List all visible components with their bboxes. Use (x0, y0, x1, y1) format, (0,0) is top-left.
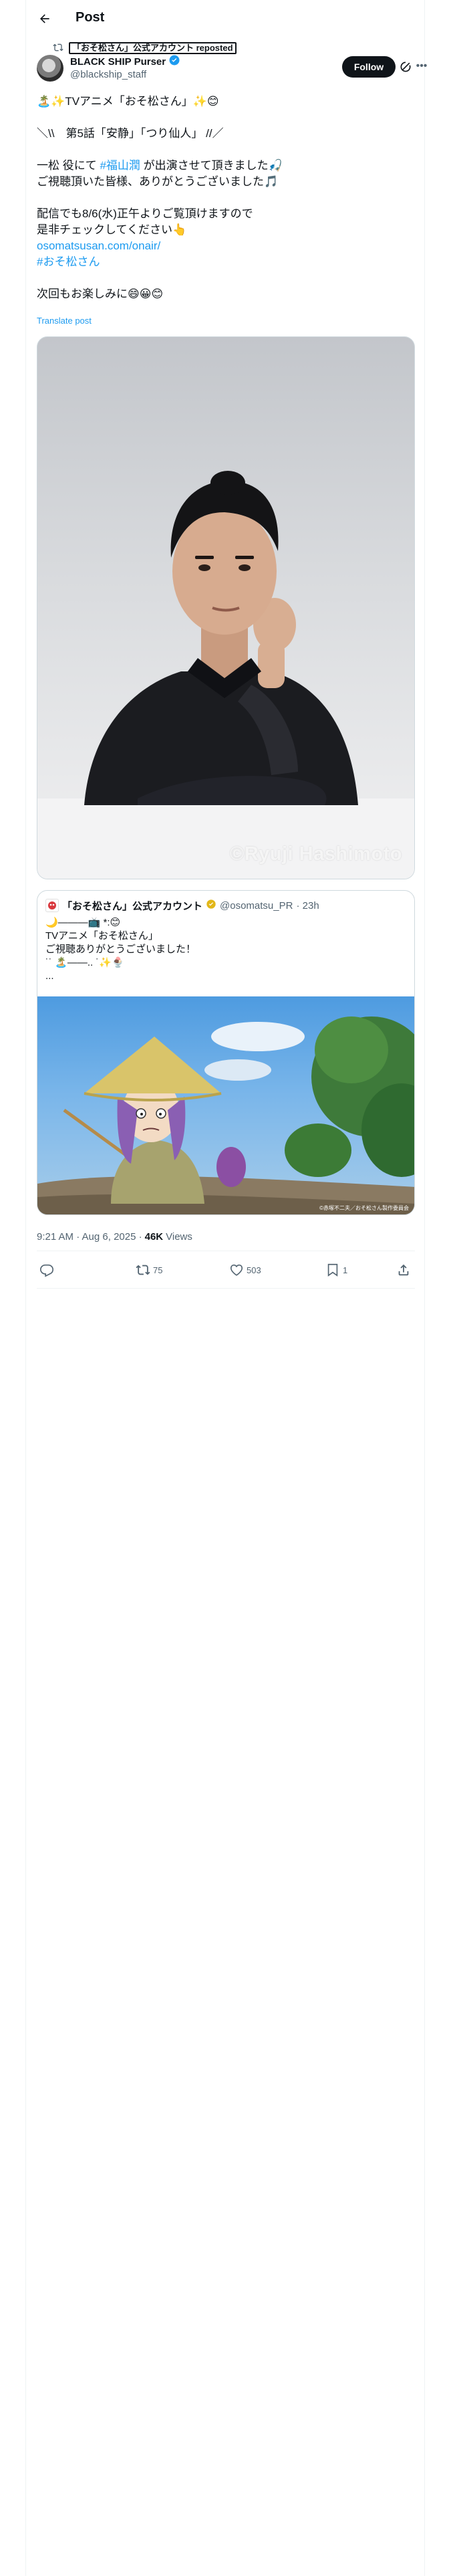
anime-still-illustration (37, 1016, 414, 1214)
back-arrow-icon[interactable] (35, 9, 54, 28)
post-meta: 9:21 AM · Aug 6, 2025 · 46K Views (37, 1230, 192, 1243)
onair-link[interactable]: osomatsusan.com/onair/ (37, 238, 415, 254)
page: Post 「おそ松さん」公式アカウント reposted BLACK SHIP … (0, 0, 451, 2576)
like-button[interactable]: 503 (229, 1262, 261, 1278)
page-title: Post (76, 10, 105, 25)
tweet-line: 🏝️✨TVアニメ「おそ松さん」✨😊 (37, 95, 219, 108)
quote-author-handle: @osomatsu_PR (220, 899, 293, 911)
divider (37, 1288, 415, 1289)
tweet-line: 一松 役にて #福山潤 が出演させて頂きました🎣 (37, 158, 415, 174)
action-bar: 75 503 1 (37, 1254, 415, 1286)
repost-text: 「おそ松さん」公式アカウント reposted (69, 42, 237, 54)
tweet-line: 次回もお楽しみに😄😀😊 (37, 288, 164, 300)
share-button[interactable] (396, 1262, 411, 1278)
post-timestamp[interactable]: 9:21 AM · Aug 6, 2025 · (37, 1231, 142, 1243)
tweet-line: ＼\\ 第5話「安静」「つり仙人」 //／ (37, 127, 224, 140)
bookmark-icon (325, 1263, 340, 1277)
quote-text: 🌙———📺 *:😊 TVアニメ「おそ松さん」 ご視聴ありがとうございました！ ˙… (45, 916, 196, 983)
repost-button[interactable]: 75 (136, 1262, 162, 1278)
author-name[interactable]: BLACK SHIP Purser (70, 56, 166, 68)
tweet-photo[interactable]: ©Ryuji Hashimoto (37, 336, 415, 879)
repost-icon (53, 42, 63, 55)
reply-button[interactable] (39, 1262, 54, 1278)
author-block: BLACK SHIP Purser @blackship_staff (70, 55, 180, 82)
tweet-line-text: 一松 役にて (37, 159, 100, 172)
hashtag-link[interactable]: #おそ松さん (37, 254, 415, 270)
grok-icon[interactable] (399, 60, 412, 74)
quote-line: ... (45, 970, 54, 982)
follow-button[interactable]: Follow (342, 56, 396, 78)
verified-badge-icon (206, 899, 216, 912)
retweet-icon (136, 1263, 150, 1277)
translate-post-link[interactable]: Translate post (37, 316, 92, 326)
share-icon (396, 1263, 411, 1277)
reply-icon (39, 1263, 54, 1277)
quote-avatar (45, 899, 59, 912)
verified-badge-icon (168, 54, 180, 69)
quote-line: ご視聴ありがとうございました！ (45, 944, 196, 955)
like-count: 503 (247, 1265, 261, 1275)
quote-time: · 23h (296, 899, 319, 911)
main-column: Post 「おそ松さん」公式アカウント reposted BLACK SHIP … (25, 0, 428, 2576)
more-icon[interactable]: ••• (415, 60, 428, 74)
quote-media-copyright: ©赤塚不二夫／おそ松さん製作委員会 (319, 1205, 409, 1211)
author-handle[interactable]: @blackship_staff (70, 68, 180, 82)
avatar[interactable] (37, 55, 63, 82)
quote-line: TVアニメ「おそ松さん」 (45, 930, 158, 942)
portrait-illustration (37, 471, 414, 879)
tweet-line: 配信でも8/6(水)正午よりご覧頂けますので (37, 207, 253, 220)
bookmark-button[interactable]: 1 (325, 1262, 347, 1278)
tweet-line: ご視聴頂いた皆様、ありがとうございました🎵 (37, 175, 279, 188)
like-icon (229, 1263, 244, 1277)
quote-author-name: 「おそ松さん」公式アカウント (62, 900, 203, 912)
repost-count: 75 (153, 1265, 163, 1275)
hashtag-link[interactable]: #福山潤 (100, 159, 140, 172)
quote-media[interactable]: ©赤塚不二夫／おそ松さん製作委員会 (37, 996, 414, 1214)
quote-line: 🌙———📺 *:😊 (45, 917, 121, 928)
quote-line: ˙˙ 🏝️——.. ˙✨🍨 (45, 957, 124, 968)
views-count: 46K (144, 1230, 164, 1243)
quoted-tweet[interactable]: 「おそ松さん」公式アカウント @osomatsu_PR · 23h 🌙———📺 … (37, 890, 415, 1215)
views-label: Views (166, 1230, 192, 1243)
top-bar: Post (26, 0, 426, 37)
tweet-line: 是非チェックしてください👆 (37, 223, 187, 236)
tweet-text: 🏝️✨TVアニメ「おそ松さん」✨😊 ＼\\ 第5話「安静」「つり仙人」 //／ … (37, 94, 415, 302)
quote-header: 「おそ松さん」公式アカウント @osomatsu_PR · 23h (45, 899, 319, 912)
repost-indicator[interactable]: 「おそ松さん」公式アカウント reposted (53, 41, 237, 55)
photo-credit: ©Ryuji Hashimoto (229, 843, 402, 865)
tweet-line-text: が出演させて頂きました🎣 (140, 159, 283, 172)
bookmark-count: 1 (343, 1265, 348, 1275)
